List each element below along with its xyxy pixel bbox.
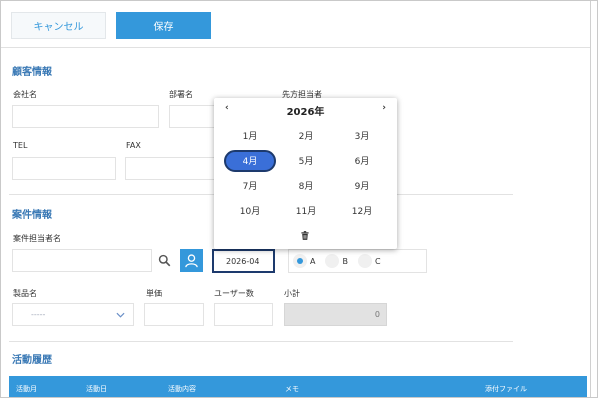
trash-icon bbox=[301, 230, 309, 240]
department-label: 部署名 bbox=[169, 90, 193, 99]
tel-label: TEL bbox=[13, 141, 28, 150]
search-button[interactable] bbox=[153, 249, 175, 272]
section-title-customer: 顧客情報 bbox=[12, 67, 52, 78]
month-cell[interactable]: 11月 bbox=[278, 198, 334, 223]
next-year-button[interactable]: › bbox=[382, 103, 386, 113]
radio-option-a[interactable]: A bbox=[293, 254, 315, 268]
fax-label: FAX bbox=[126, 141, 141, 150]
price-input[interactable] bbox=[144, 303, 204, 326]
radio-label: C bbox=[374, 256, 381, 266]
radio-unchecked-icon bbox=[325, 254, 340, 268]
product-select-value: ----- bbox=[31, 310, 46, 319]
month-picker-header: ‹ 2026年 › bbox=[214, 98, 397, 120]
scrollbar[interactable] bbox=[590, 1, 597, 397]
section-title-deal: 案件情報 bbox=[12, 210, 52, 221]
product-label: 製品名 bbox=[13, 289, 37, 298]
user-picker-button[interactable] bbox=[180, 249, 203, 272]
month-input[interactable]: 2026-04 bbox=[212, 249, 275, 273]
owner-label: 案件担当者名 bbox=[13, 234, 61, 243]
radio-label: A bbox=[310, 256, 316, 266]
month-cell[interactable]: 8月 bbox=[278, 173, 334, 198]
clear-button[interactable] bbox=[299, 229, 311, 241]
radio-checked-icon bbox=[293, 254, 307, 268]
users-input[interactable] bbox=[214, 303, 273, 326]
month-cell-selected[interactable]: 4月 bbox=[222, 148, 278, 173]
toolbar: キャンセル 保存 bbox=[1, 1, 597, 48]
price-label: 単価 bbox=[146, 289, 162, 298]
column-header: 添付ファイル bbox=[485, 385, 527, 393]
month-picker: ‹ 2026年 › 1月 2月 3月 4月 5月 6月 7月 8月 9月 10月… bbox=[214, 98, 397, 249]
history-table-header: 活動月 活動日 活動内容 メモ 添付ファイル bbox=[9, 376, 587, 397]
radio-option-b[interactable]: B bbox=[325, 254, 348, 268]
user-icon bbox=[185, 254, 198, 268]
radio-group: A B C bbox=[288, 249, 427, 273]
company-input[interactable] bbox=[12, 105, 159, 128]
month-cell[interactable]: 6月 bbox=[334, 148, 390, 173]
month-grid: 1月 2月 3月 4月 5月 6月 7月 8月 9月 10月 11月 12月 bbox=[222, 123, 390, 223]
month-cell[interactable]: 1月 bbox=[222, 123, 278, 148]
fax-input[interactable] bbox=[125, 157, 219, 180]
search-icon bbox=[158, 254, 170, 267]
form-window: キャンセル 保存 顧客情報 会社名 部署名 先方担当者 TEL FAX 案件情報… bbox=[0, 0, 598, 398]
radio-label: B bbox=[342, 256, 348, 266]
company-label: 会社名 bbox=[13, 90, 37, 99]
month-cell[interactable]: 5月 bbox=[278, 148, 334, 173]
save-button[interactable]: 保存 bbox=[116, 12, 211, 39]
month-cell[interactable]: 10月 bbox=[222, 198, 278, 223]
month-cell[interactable]: 3月 bbox=[334, 123, 390, 148]
product-select[interactable]: ----- bbox=[12, 303, 134, 326]
users-label: ユーザー数 bbox=[214, 289, 254, 298]
cancel-button[interactable]: キャンセル bbox=[11, 12, 106, 39]
subtotal-label: 小計 bbox=[284, 289, 300, 298]
radio-option-c[interactable]: C bbox=[357, 254, 381, 268]
column-header: 活動月 bbox=[16, 385, 37, 393]
month-cell[interactable]: 12月 bbox=[334, 198, 390, 223]
month-cell[interactable]: 7月 bbox=[222, 173, 278, 198]
tel-input[interactable] bbox=[12, 157, 116, 180]
month-cell[interactable]: 2月 bbox=[278, 123, 334, 148]
month-cell[interactable]: 9月 bbox=[334, 173, 390, 198]
month-picker-year: 2026年 bbox=[286, 107, 325, 118]
column-header: 活動内容 bbox=[168, 385, 196, 393]
department-input[interactable] bbox=[169, 105, 219, 128]
chevron-down-icon bbox=[116, 312, 125, 318]
owner-input[interactable] bbox=[12, 249, 152, 272]
subtotal-field: 0 bbox=[284, 303, 387, 326]
radio-unchecked-icon bbox=[357, 254, 372, 268]
column-header: 活動日 bbox=[86, 385, 107, 393]
divider bbox=[9, 341, 513, 342]
column-header: メモ bbox=[285, 385, 299, 393]
section-title-history: 活動履歴 bbox=[12, 355, 52, 366]
